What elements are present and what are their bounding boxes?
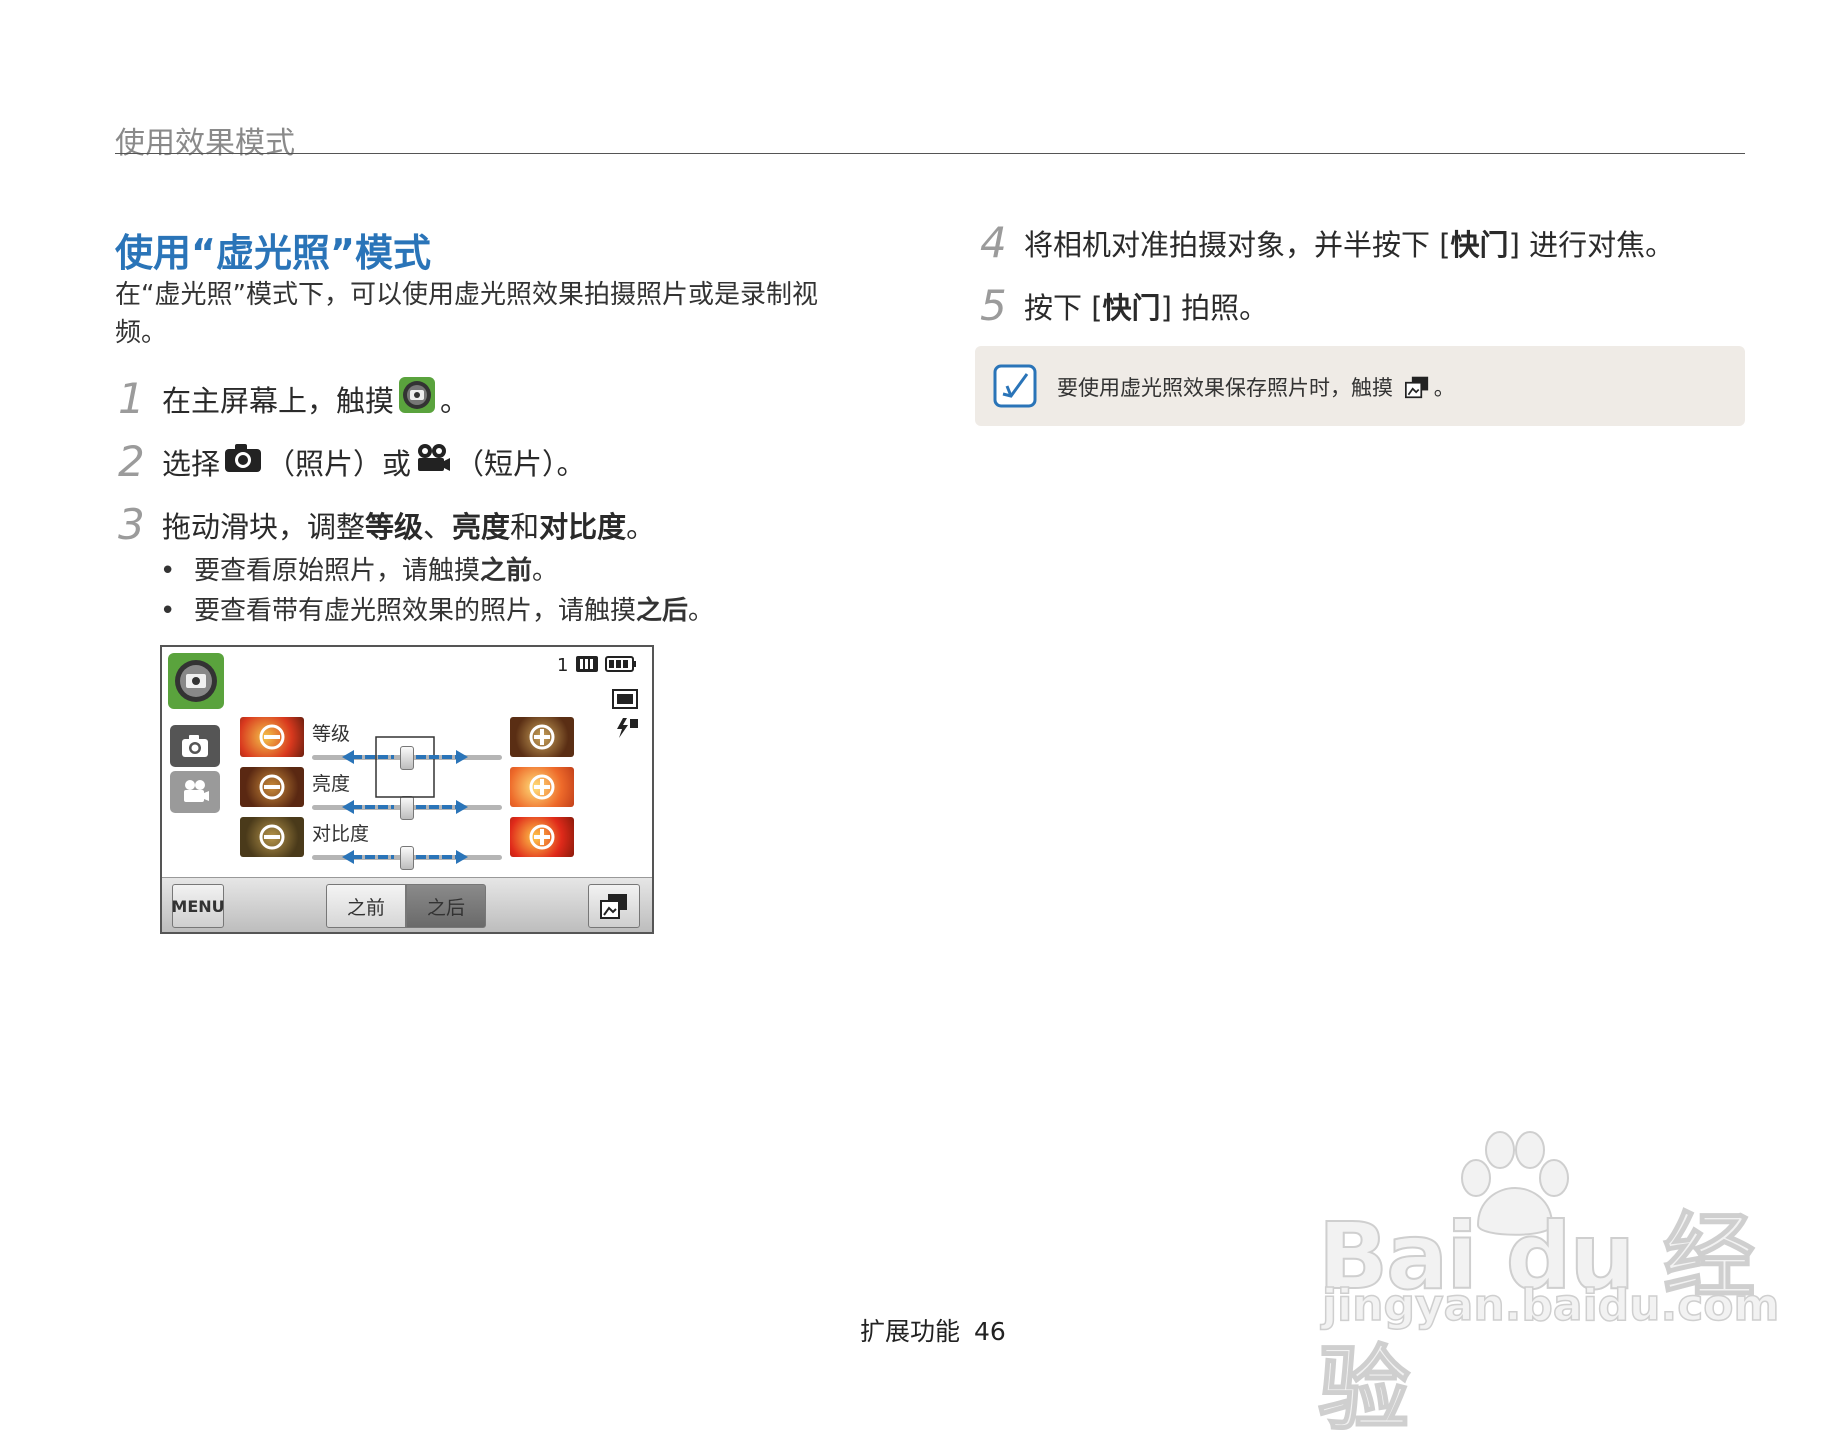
bullet-end: 。 <box>532 556 559 586</box>
page-number: 46 <box>974 1317 1006 1346</box>
term-level: 等级 <box>365 509 424 544</box>
vignette-mode-icon <box>398 376 436 421</box>
step-number: 1 <box>118 374 145 423</box>
page-footer: 扩展功能 46 <box>860 1312 1006 1348</box>
camera-screen: 1 等级 亮度 对比度 MENU 之前 之后 <box>160 645 654 934</box>
step-4: 4 将相机对准拍摄对象，并半按下 [快门] 进行对焦。 <box>980 218 1674 267</box>
note-body: 要使用虚光照效果保存照片时，触摸 <box>1057 376 1393 400</box>
step-text: 按下 [ <box>1024 290 1103 325</box>
note-text: 要使用虚光照效果保存照片时，触摸 。 <box>1057 372 1455 404</box>
step-text-end: 。 <box>440 383 470 418</box>
term-before: 之前 <box>480 556 533 586</box>
frame-save-icon <box>1404 375 1430 404</box>
footer-section: 扩展功能 <box>860 1317 961 1346</box>
bullet-text: 要查看原始照片，请触摸 <box>194 556 481 586</box>
header-divider <box>115 153 1745 154</box>
step-text-end: ] 拍照。 <box>1160 290 1269 325</box>
bullet-text: 要查看带有虚光照效果的照片，请触摸 <box>194 596 637 626</box>
step-3: 3 拖动滑块，调整 等级 、 亮度 和 对比度 。 <box>118 500 655 549</box>
note-pencil-icon <box>993 364 1037 412</box>
save-effect-button[interactable] <box>588 884 640 928</box>
camera-icon <box>224 443 262 480</box>
frame-save-icon <box>600 894 627 919</box>
baidu-watermark: Bai du 经验 jingyan.baidu.com <box>1317 1130 1780 1444</box>
step-text: 在主屏幕上，触摸 <box>162 383 395 418</box>
step-number: 5 <box>980 281 1007 330</box>
after-button[interactable]: 之后 <box>406 884 486 928</box>
step-text: 拖动滑块，调整 <box>162 509 366 544</box>
step-text: 选择 <box>162 446 221 481</box>
step-text-mid: （照片）或 <box>266 446 412 481</box>
step-text: 将相机对准拍摄对象，并半按下 [ <box>1024 227 1451 262</box>
camera-bottom-bar: MENU 之前 之后 <box>162 877 652 932</box>
step-text-end: 。 <box>626 509 656 544</box>
term-after: 之后 <box>636 596 689 626</box>
term-brightness: 亮度 <box>452 509 511 544</box>
separator: 、 <box>423 509 453 544</box>
step-number: 3 <box>118 500 145 549</box>
intro-paragraph: 在“虚光照”模式下，可以使用虚光照效果拍摄照片或是录制视频。 <box>115 280 818 348</box>
step-text-end: （短片）。 <box>455 446 586 481</box>
separator: 和 <box>510 509 540 544</box>
note-box: 要使用虚光照效果保存照片时，触摸 。 <box>975 346 1745 426</box>
step-number: 2 <box>118 437 145 486</box>
step-text-end: ] 进行对焦。 <box>1508 227 1675 262</box>
step-2: 2 选择 （照片）或 （短片）。 <box>118 437 586 486</box>
term-shutter: 快门 <box>1450 227 1509 262</box>
note-end: 。 <box>1433 376 1455 400</box>
running-header: 使用效果模式 <box>115 126 295 161</box>
before-button[interactable]: 之前 <box>326 884 406 928</box>
step-number: 4 <box>980 218 1007 267</box>
section-title: 使用“虚光照”模式 <box>115 231 431 275</box>
term-shutter: 快门 <box>1102 290 1161 325</box>
watermark-url: jingyan.baidu.com <box>1321 1279 1780 1332</box>
step-1: 1 在主屏幕上，触摸 。 <box>118 374 469 423</box>
bullet-before: • 要查看原始照片，请触摸之前。 <box>160 556 559 586</box>
bullet-after: • 要查看带有虚光照效果的照片，请触摸之后。 <box>160 596 715 626</box>
term-contrast: 对比度 <box>539 509 627 544</box>
menu-button[interactable]: MENU <box>171 884 225 928</box>
step-5: 5 按下 [快门] 拍照。 <box>980 281 1268 330</box>
movie-camera-icon <box>415 443 451 480</box>
bullet-end: 。 <box>688 596 715 626</box>
